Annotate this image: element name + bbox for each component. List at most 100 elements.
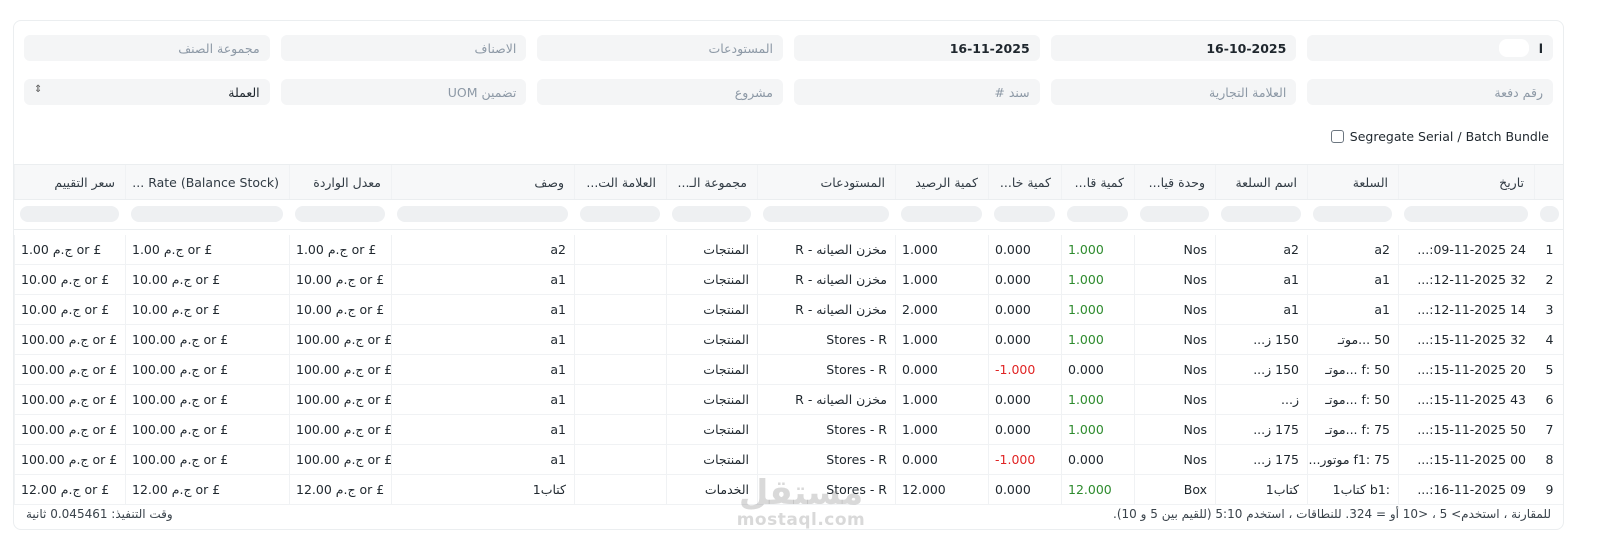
cell-warehouse: مخزن الصيانه - R xyxy=(757,265,895,294)
column-header-balance-qty[interactable]: كمية الرصيد xyxy=(895,165,988,199)
table-row[interactable]: 8 00 15-11-2025:... 75 :f1 موتور... 175 ز..… xyxy=(14,445,1563,475)
cell-description: a1 xyxy=(391,415,574,444)
cell-brand xyxy=(574,235,666,264)
cell-date: 50 15-11-2025:... xyxy=(1398,415,1534,444)
table-row[interactable]: 7 50 15-11-2025:... 75 :f ...موتـ 175 ز... N… xyxy=(14,415,1563,445)
cell-warehouse: Stores - R xyxy=(757,415,895,444)
column-header-brand[interactable]: العلامة الت... xyxy=(574,165,666,199)
cell-brand xyxy=(574,415,666,444)
cell-n: 9 xyxy=(1545,482,1554,497)
column-header-uom[interactable]: وحدة قيا... xyxy=(1134,165,1215,199)
cell-uom: Nos xyxy=(1134,265,1215,294)
filter-voucher-no[interactable]: سند # xyxy=(793,79,1040,105)
table-row[interactable]: 6 43 15-11-2025:... 50 :f ...موتـ ز... Nos 1.… xyxy=(14,385,1563,415)
cell-in-qty: 1.000 xyxy=(1061,295,1134,324)
cell-balance-qty: 1.000 xyxy=(895,385,988,414)
execution-time: وقت التنفيذ: 0.045461 ثانية xyxy=(26,507,173,521)
table-row[interactable]: 5 20 15-11-2025:... 50 :f ...موتـ 150 ز... N… xyxy=(14,355,1563,385)
cell-balance-qty: 1.000 xyxy=(895,415,988,444)
column-filter-date[interactable] xyxy=(1404,206,1528,222)
column-header-item[interactable]: السلعة xyxy=(1307,165,1398,199)
cell-description: a1 xyxy=(391,385,574,414)
cell-description: a1 xyxy=(391,265,574,294)
column-filter-item[interactable] xyxy=(1313,206,1392,222)
cell-item-name: a1 xyxy=(1215,295,1307,324)
column-header-balance-rate[interactable]: Rate (Balance Stock) ... xyxy=(125,165,289,199)
cell-date: 32 12-11-2025:... xyxy=(1398,265,1534,294)
cell-balance-qty: 1.000 xyxy=(895,325,988,354)
table-row[interactable]: 2 32 12-11-2025:... a1 a1 Nos 1.000 0.000 1.000… xyxy=(14,265,1563,295)
column-header-warehouse[interactable]: المستودعات xyxy=(757,165,895,199)
cell-uom: Nos xyxy=(1134,415,1215,444)
cell-description: a1 xyxy=(391,445,574,474)
column-header-in-qty[interactable]: كمية قا... xyxy=(1061,165,1134,199)
column-filter-description[interactable] xyxy=(397,206,568,222)
filter-project[interactable]: مشروع xyxy=(537,79,783,105)
cell-item-group: المنتجات xyxy=(666,325,757,354)
cell-uom: Nos xyxy=(1134,235,1215,264)
column-filter-in-qty[interactable] xyxy=(1067,206,1128,222)
column-filter-brand[interactable] xyxy=(580,206,660,222)
column-filter-item-group[interactable] xyxy=(672,206,751,222)
segregate-checkbox[interactable] xyxy=(1330,130,1344,143)
cell-brand xyxy=(574,475,666,504)
cell-date: 24 09-11-2025:... xyxy=(1398,235,1534,264)
column-filter-n[interactable] xyxy=(1540,206,1559,222)
column-header-out-qty[interactable]: كمية خا... xyxy=(988,165,1061,199)
cell-balance-rate: £ or ج.م 100.00 xyxy=(125,415,289,444)
filter-company[interactable]: ا xyxy=(1307,35,1553,61)
column-filter-warehouse[interactable] xyxy=(763,206,889,222)
column-header-description[interactable]: وصف xyxy=(391,165,574,199)
cell-warehouse: مخزن الصيانه - R xyxy=(757,235,895,264)
filter-to-date[interactable]: 16-11-2025 xyxy=(793,35,1040,61)
column-filter-item-name[interactable] xyxy=(1221,206,1301,222)
table-row[interactable]: 3 14 12-11-2025:... a1 a1 Nos 1.000 0.000 2.000… xyxy=(14,295,1563,325)
cell-balance-qty: 12.000 xyxy=(895,475,988,504)
column-header-item-group[interactable]: مجموعة الـ... xyxy=(666,165,757,199)
cell-in-qty: 1.000 xyxy=(1061,415,1134,444)
column-filter-balance-qty[interactable] xyxy=(901,206,982,222)
column-filter-incoming-rate[interactable] xyxy=(295,206,385,222)
filter-batch-no[interactable]: رقم دفعة xyxy=(1307,79,1553,105)
cell-item-name: a1 xyxy=(1215,265,1307,294)
column-filter-out-qty[interactable] xyxy=(994,206,1055,222)
filter-include-uom[interactable]: تضمين UOM xyxy=(280,79,527,105)
column-header-incoming-rate[interactable]: معدل الواردة xyxy=(289,165,391,199)
watermark-logo: مستقل mostaql.com xyxy=(726,476,876,530)
filter-item-group[interactable]: مجموعة الصنف xyxy=(23,35,270,61)
filter-from-date[interactable]: 16-10-2025 xyxy=(1050,35,1297,61)
cell-balance-rate: £ or ج.م 100.00 xyxy=(125,445,289,474)
cell-balance-rate: £ or ج.م 1.00 xyxy=(125,235,289,264)
column-filter-uom[interactable] xyxy=(1140,206,1209,222)
cell-balance-rate: £ or ج.م 100.00 xyxy=(125,355,289,384)
column-header-valuation-rate[interactable]: سعر التقييم xyxy=(14,165,125,199)
cell-brand xyxy=(574,385,666,414)
redaction-blob xyxy=(1499,39,1530,57)
cell-out-qty: 1.000- xyxy=(988,445,1061,474)
segregate-toggle[interactable]: Segregate Serial / Batch Bundle xyxy=(1330,129,1549,144)
column-filter-balance-rate[interactable] xyxy=(131,206,283,222)
cell-description: a2 xyxy=(391,235,574,264)
column-filter-valuation-rate[interactable] xyxy=(20,206,119,222)
filter-warehouses[interactable]: المستودعات xyxy=(537,35,783,61)
cell-balance-rate: £ or ج.م 100.00 xyxy=(125,325,289,354)
cell-n: 8 xyxy=(1545,452,1554,467)
column-header-date[interactable]: تاريخ xyxy=(1398,165,1534,199)
cell-item-group: المنتجات xyxy=(666,445,757,474)
filter-currency[interactable]: العملة ⇕ xyxy=(23,79,270,105)
cell-incoming-rate: £ or ج.م 100.00 xyxy=(289,415,391,444)
cell-in-qty: 1.000 xyxy=(1061,265,1134,294)
cell-item-name: 150 ز... xyxy=(1215,355,1307,384)
cell-balance-rate: £ or ج.م 12.00 xyxy=(125,475,289,504)
cell-item: 75 :f ...موتـ xyxy=(1307,415,1398,444)
table-row[interactable]: 4 32 15-11-2025:... 50 ...موتـ 150 ز... Nos 1… xyxy=(14,325,1563,355)
cell-date: 00 15-11-2025:... xyxy=(1398,445,1534,474)
cell-incoming-rate: £ or ج.م 1.00 xyxy=(289,235,391,264)
top-toolbar-remnant xyxy=(0,0,1600,18)
cell-balance-rate: £ or ج.م 10.00 xyxy=(125,265,289,294)
table-row[interactable]: 1 24 09-11-2025:... a2 a2 Nos 1.000 0.000 1.000… xyxy=(14,235,1563,265)
column-header-item-name[interactable]: اسم السلعة xyxy=(1215,165,1307,199)
watermark-latin: mostaql.com xyxy=(736,510,866,530)
filter-items[interactable]: الاصناف xyxy=(280,35,527,61)
filter-brand[interactable]: العلامة التجارية xyxy=(1050,79,1297,105)
